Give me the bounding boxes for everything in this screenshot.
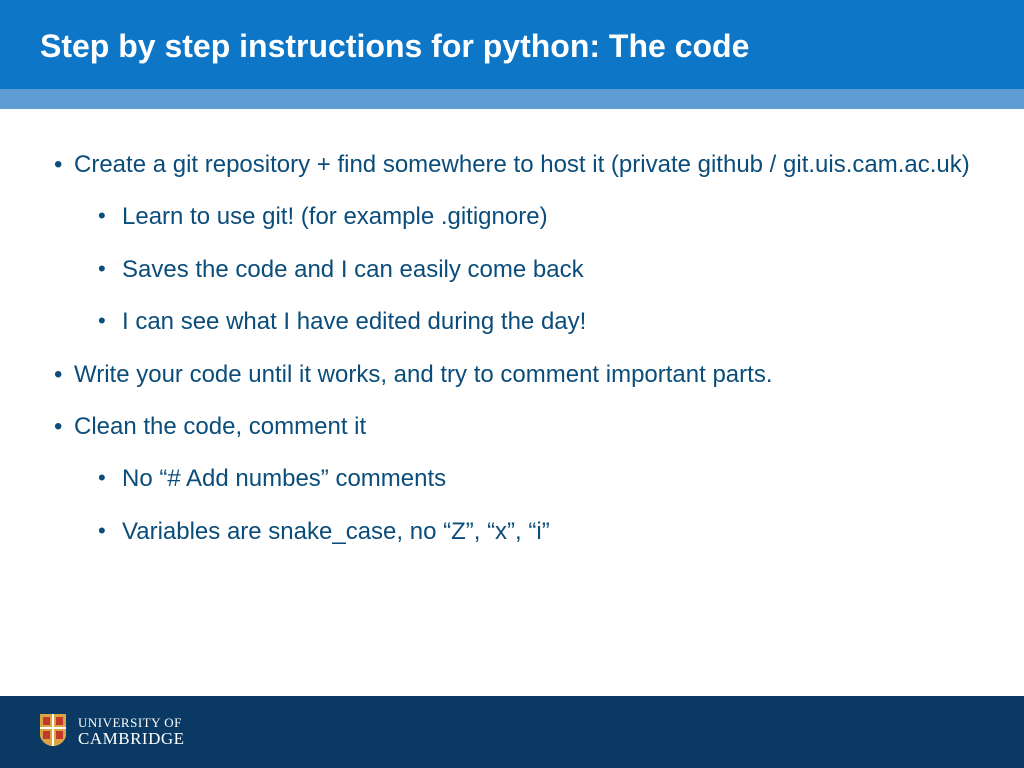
accent-bar [0,89,1024,109]
bullet-text: Learn to use git! (for example .gitignor… [122,203,548,230]
sub-bullet-list: Learn to use git! (for example .gitignor… [74,201,974,338]
bullet-text: Clean the code, comment it [74,413,366,440]
slide: Step by step instructions for python: Th… [0,0,1024,768]
sub-bullet-item: No “# Add numbes” comments [74,463,974,495]
sub-bullet-item: I can see what I have edited during the … [74,306,974,338]
bullet-list: Create a git repository + find somewhere… [50,149,974,548]
logo-line2: CAMBRIDGE [78,730,185,749]
bullet-text: Create a git repository + find somewhere… [74,151,970,178]
bullet-text: Variables are snake_case, no “Z”, “x”, “… [122,518,550,545]
bullet-text: I can see what I have edited during the … [122,308,586,335]
logo-line1: UNIVERSITY OF [78,716,185,730]
sub-bullet-list: No “# Add numbes” comments Variables are… [74,463,974,548]
slide-footer: UNIVERSITY OF CAMBRIDGE [0,696,1024,768]
crest-icon [40,714,66,751]
slide-content: Create a git repository + find somewhere… [0,109,1024,696]
bullet-item: Write your code until it works, and try … [50,359,974,391]
bullet-text: No “# Add numbes” comments [122,465,446,492]
university-logo: UNIVERSITY OF CAMBRIDGE [40,714,185,751]
bullet-text: Write your code until it works, and try … [74,361,772,388]
bullet-item: Clean the code, comment it No “# Add num… [50,411,974,548]
slide-title: Step by step instructions for python: Th… [40,28,984,65]
sub-bullet-item: Saves the code and I can easily come bac… [74,254,974,286]
bullet-item: Create a git repository + find somewhere… [50,149,974,339]
sub-bullet-item: Learn to use git! (for example .gitignor… [74,201,974,233]
sub-bullet-item: Variables are snake_case, no “Z”, “x”, “… [74,516,974,548]
slide-header: Step by step instructions for python: Th… [0,0,1024,89]
bullet-text: Saves the code and I can easily come bac… [122,256,584,283]
logo-text: UNIVERSITY OF CAMBRIDGE [78,716,185,749]
